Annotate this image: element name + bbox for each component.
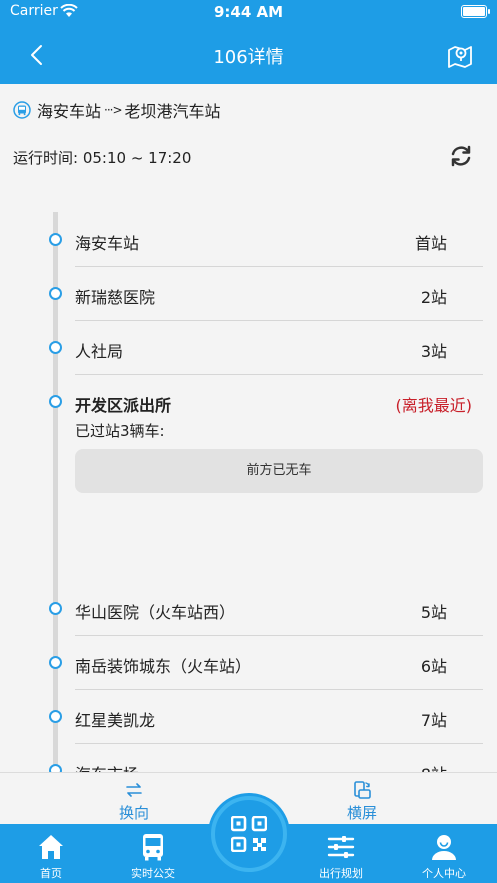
bus-icon bbox=[13, 101, 31, 119]
qr-code-icon bbox=[231, 816, 267, 852]
tab-plan-label: 出行规划 bbox=[319, 867, 363, 880]
stop-dot bbox=[49, 710, 62, 723]
stop-sequence: 首站 bbox=[414, 234, 447, 253]
stop-dot bbox=[49, 341, 62, 354]
no-bus-notice: 前方已无车 bbox=[75, 449, 483, 493]
divider bbox=[75, 320, 483, 321]
stop-name: 南岳装饰城东（火车站） bbox=[75, 657, 252, 676]
stop-name: 海安车站 bbox=[75, 234, 140, 253]
reverse-label: 换向 bbox=[118, 804, 149, 822]
tab-realtime-label: 实时公交 bbox=[131, 867, 175, 880]
sliders-icon bbox=[327, 836, 355, 858]
stop-name: 新瑞慈医院 bbox=[75, 288, 156, 307]
stop-sequence: 3站 bbox=[420, 342, 447, 361]
map-pin-icon[interactable] bbox=[445, 40, 475, 70]
stop-sequence: 5站 bbox=[420, 603, 447, 622]
route-destination: 老坝港汽车站 bbox=[124, 102, 221, 121]
operating-hours: 运行时间: 05:10 ~ 17:20 bbox=[13, 149, 192, 167]
bus-icon bbox=[143, 834, 163, 861]
reverse-direction-button[interactable]: 换向 bbox=[74, 773, 194, 823]
route-summary: 海安车站 ···> 老坝港汽车站 bbox=[13, 98, 221, 122]
passed-buses-label: 已过站3辆车: bbox=[75, 422, 165, 440]
tab-home-label: 首页 bbox=[40, 867, 62, 880]
qr-code-button[interactable] bbox=[211, 796, 287, 872]
stop-name: 人社局 bbox=[75, 342, 124, 361]
tab-home[interactable]: 首页 bbox=[6, 824, 96, 881]
clock: 9:44 AM bbox=[213, 3, 284, 21]
stop-name: 开发区派出所 bbox=[75, 396, 172, 415]
tab-profile[interactable]: 个人中心 bbox=[399, 824, 489, 881]
stop-dot bbox=[49, 602, 62, 615]
landscape-button[interactable]: 横屏 bbox=[302, 773, 422, 823]
stop-sequence: 2站 bbox=[420, 288, 447, 307]
stop-dot bbox=[49, 287, 62, 300]
refresh-icon[interactable] bbox=[447, 142, 475, 170]
divider bbox=[75, 374, 483, 375]
stop-dot bbox=[49, 656, 62, 669]
user-icon bbox=[432, 835, 456, 860]
divider bbox=[75, 635, 483, 636]
page-title: 106详情 bbox=[213, 47, 284, 68]
stop-name: 华山医院（火车站西） bbox=[75, 603, 236, 622]
stop-name: 红星美凯龙 bbox=[75, 711, 156, 730]
stop-dot bbox=[49, 395, 62, 408]
app-header: Carrier 9:44 AM 106详情 bbox=[0, 0, 497, 84]
nearest-badge: (离我最近) bbox=[395, 396, 473, 415]
status-bar: Carrier 9:44 AM bbox=[0, 0, 497, 26]
battery-icon bbox=[461, 5, 490, 18]
route-arrow: ···> bbox=[104, 103, 122, 117]
swap-arrows-icon bbox=[126, 783, 142, 797]
stop-dot bbox=[49, 233, 62, 246]
tab-trip-planning[interactable]: 出行规划 bbox=[296, 824, 386, 881]
landscape-label: 横屏 bbox=[346, 804, 377, 822]
home-icon bbox=[39, 835, 63, 859]
divider bbox=[75, 266, 483, 267]
tab-profile-label: 个人中心 bbox=[422, 867, 466, 880]
stop-sequence: 7站 bbox=[420, 711, 447, 730]
route-origin: 海安车站 bbox=[37, 102, 102, 121]
tab-realtime-bus[interactable]: 实时公交 bbox=[108, 824, 198, 881]
stop-sequence: 6站 bbox=[420, 657, 447, 676]
divider bbox=[75, 743, 483, 744]
divider bbox=[75, 689, 483, 690]
rotate-screen-icon bbox=[354, 781, 371, 799]
